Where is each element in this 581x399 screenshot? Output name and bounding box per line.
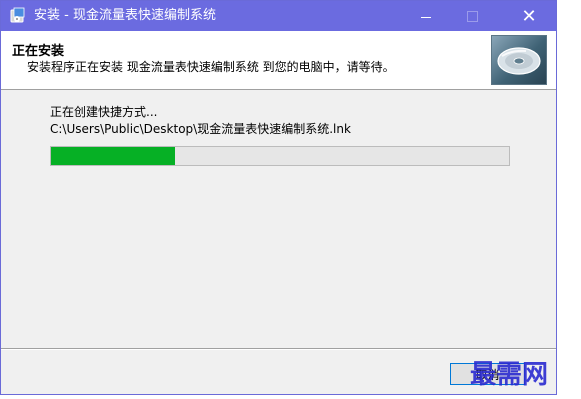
- cd-disc-icon: [491, 35, 547, 85]
- status-label: 正在创建快捷方式...: [50, 105, 158, 119]
- page-description: 安装程序正在安装 现金流量表快速编制系统 到您的电脑中，请等待。: [27, 60, 395, 74]
- progress-bar-fill: [51, 147, 175, 165]
- close-button[interactable]: ✕: [506, 1, 552, 31]
- file-path-label: C:\Users\Public\Desktop\现金流量表快速编制系统.lnk: [50, 122, 351, 136]
- maximize-icon: [466, 10, 478, 22]
- install-progress-bar: [50, 146, 510, 166]
- cd-disc-graphic: [497, 47, 541, 75]
- minimize-button[interactable]: [403, 1, 449, 31]
- maximize-button: [449, 1, 495, 31]
- installer-window: 安装 - 现金流量表快速编制系统 ✕ 正在安装 安装程序正在安装 现金流量表快速…: [0, 0, 557, 395]
- watermark-logo: 最需网: [470, 360, 549, 390]
- wizard-header: 正在安装 安装程序正在安装 现金流量表快速编制系统 到您的电脑中，请等待。: [1, 31, 556, 90]
- close-icon: ✕: [521, 5, 537, 27]
- window-title: 安装 - 现金流量表快速编制系统: [34, 8, 216, 23]
- footer-divider: [1, 348, 556, 350]
- content-panel: 正在创建快捷方式... C:\Users\Public\Desktop\现金流量…: [1, 90, 556, 348]
- minimize-icon: [421, 16, 431, 18]
- title-bar[interactable]: 安装 - 现金流量表快速编制系统 ✕: [1, 1, 556, 31]
- installer-app-icon: [10, 7, 25, 23]
- page-title: 正在安装: [12, 44, 65, 59]
